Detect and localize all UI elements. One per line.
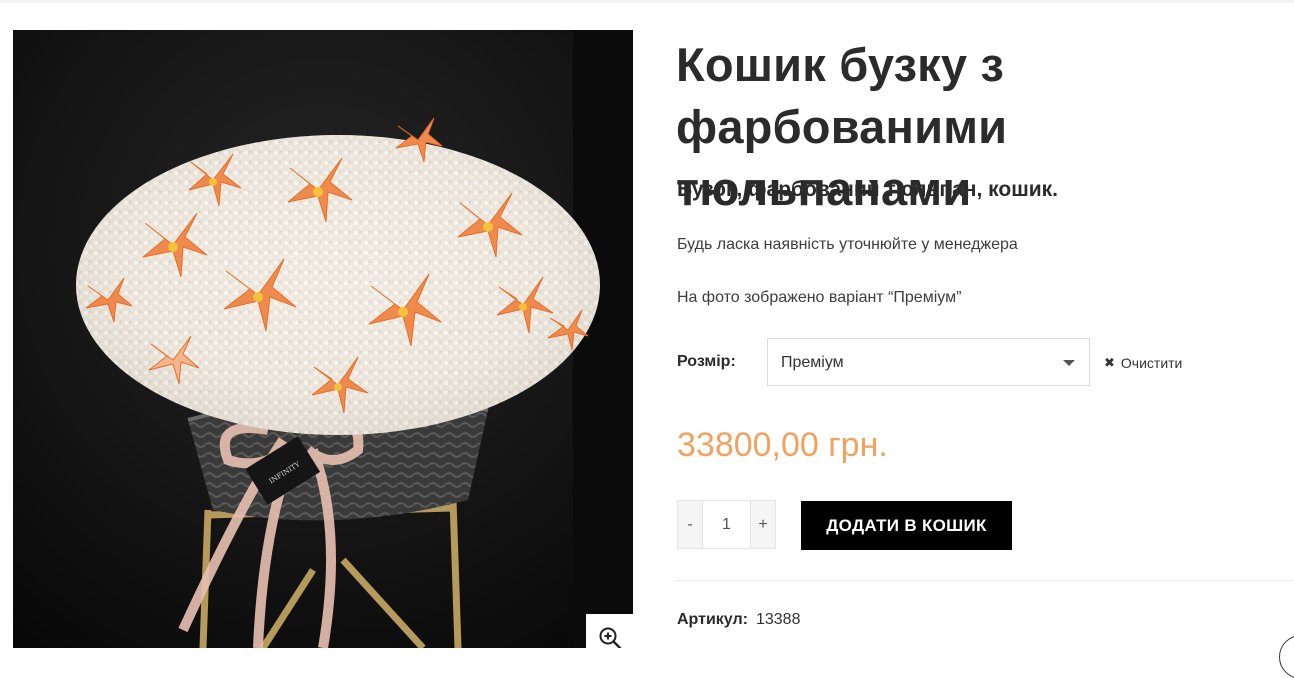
close-icon: ✖: [1104, 355, 1115, 370]
qty-plus-button[interactable]: +: [751, 501, 775, 548]
size-label: Розмір:: [677, 353, 736, 371]
size-label-text: Розмір: [677, 353, 731, 370]
quantity-stepper: - 1 +: [677, 500, 776, 549]
sku-label: Артикул:: [677, 611, 748, 628]
floating-action-button[interactable]: [1279, 635, 1294, 679]
clear-label: Очистити: [1120, 355, 1183, 371]
qty-minus-button[interactable]: -: [678, 501, 702, 548]
sku-value: 13388: [755, 611, 801, 628]
zoom-in-icon: [599, 627, 621, 648]
size-label-colon: :: [730, 353, 736, 370]
sku: Артикул: 13388: [677, 611, 800, 629]
product-image[interactable]: INFINITY: [13, 30, 633, 648]
size-select-value: Преміум: [781, 354, 844, 371]
product-photo: INFINITY: [13, 30, 633, 648]
add-to-cart-button[interactable]: ДОДАТИ В КОШИК: [801, 501, 1012, 550]
top-border: [0, 0, 1294, 3]
product-title-line1: Кошик бузку з: [676, 38, 1005, 91]
product-price: 33800,00 грн.: [677, 426, 888, 464]
chevron-down-icon: [1063, 360, 1075, 366]
qty-input[interactable]: 1: [702, 501, 751, 548]
size-select[interactable]: Преміум: [767, 338, 1090, 386]
zoom-button[interactable]: [586, 614, 633, 648]
photo-note: На фото зображено варіант “Преміум”: [677, 289, 962, 306]
availability-note: Будь ласка наявність уточнюйте у менедже…: [677, 236, 1018, 253]
divider: [677, 580, 1294, 581]
product-subtitle: Бузок, фарбований тюльпан, кошик.: [677, 178, 1058, 201]
clear-selection-link[interactable]: ✖ Очистити: [1104, 355, 1182, 371]
